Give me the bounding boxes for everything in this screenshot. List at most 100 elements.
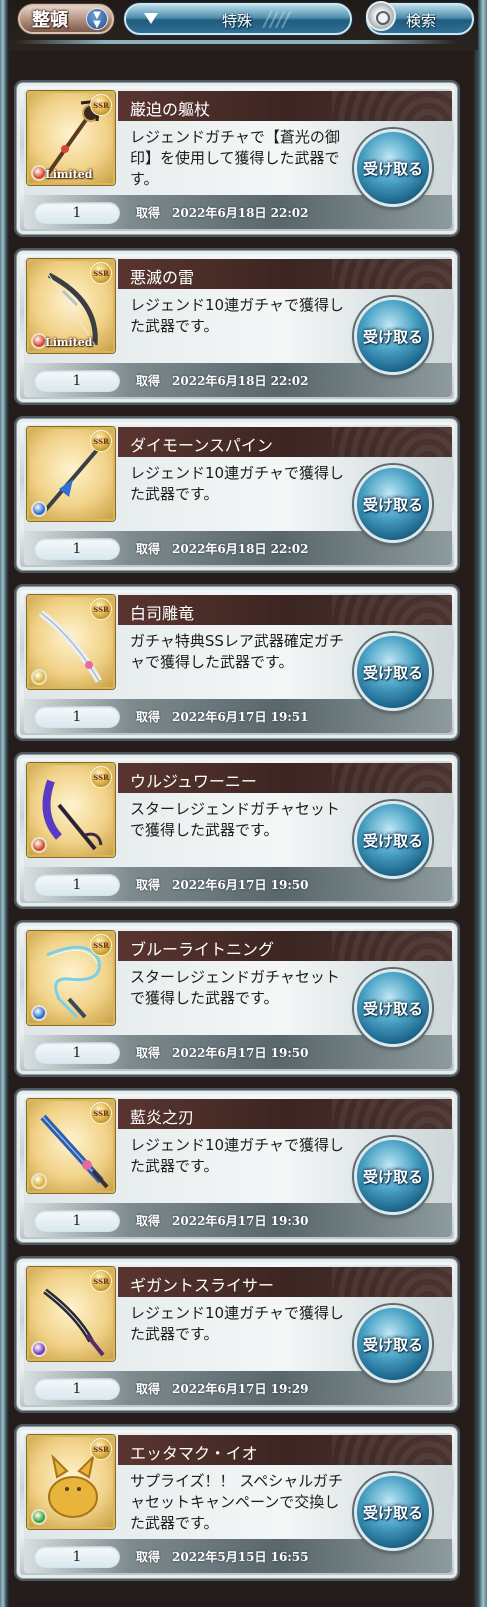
weapon-thumbnail[interactable]: SSR [27,1099,115,1193]
receive-button[interactable]: 受け取る [354,129,432,207]
receive-button[interactable]: 受け取る [354,297,432,375]
acquired-label: 取得 [136,206,161,220]
acquired-info: 取得 2022年6月17日 19:51 [136,708,308,725]
acquired-date: 2022年6月17日 19:30 [172,1214,309,1228]
limited-tag: Limited [45,168,93,181]
acquired-date: 2022年6月17日 19:51 [172,710,309,724]
item-title-bar: 悪滅の雷 [118,259,452,289]
receive-label: 受け取る [362,831,423,850]
receive-button[interactable]: 受け取る [354,1137,432,1215]
gift-card: SSR 白司雕竜 ガチャ特典SSレア武器確定ガチャで獲得した武器です。 1 取得… [16,586,458,739]
light-element-icon [31,669,47,685]
search-button[interactable]: 検索 [366,1,474,35]
ssr-rarity-badge: SSR [90,1270,112,1292]
item-name: 白司雕竜 [130,604,195,623]
receive-label: 受け取る [362,663,423,682]
weapon-thumbnail[interactable]: SSR [27,763,115,857]
gift-card-body: SSR 白司雕竜 ガチャ特典SSレア武器確定ガチャで獲得した武器です。 1 取得… [24,593,452,733]
item-description: スターレジェンドガチャセットで獲得した武器です。 [130,800,340,839]
sort-label: 整頓 [32,10,68,31]
receive-label: 受け取る [362,1503,423,1522]
acquired-date: 2022年6月18日 22:02 [172,374,309,388]
search-label: 検索 [406,12,437,30]
fire-element-icon [31,837,47,853]
acquired-info: 取得 2022年6月17日 19:50 [136,1044,308,1061]
item-description: レジェンド10連ガチャで獲得した武器です。 [130,296,344,335]
weapon-thumbnail[interactable]: SSR [27,1267,115,1361]
toolbar-divider [16,40,456,44]
weapon-thumbnail[interactable]: SSR [27,1435,115,1529]
chevron-down-icon: ▼ ▼ [86,8,108,30]
receive-button[interactable]: 受け取る [354,1305,432,1383]
acquired-label: 取得 [136,710,161,724]
item-quantity: 1 [34,1378,120,1400]
item-title-bar: ダイモーンスパイン [118,427,452,457]
gift-card: SSR Limited 巌迫の軀杖 レジェンドガチャで【蒼光の御印】を使用して獲… [16,82,458,235]
acquired-label: 取得 [136,1550,161,1564]
acquired-info: 取得 2022年6月18日 22:02 [136,372,308,389]
item-title-bar: エッタマク・イオ [118,1435,452,1465]
acquired-label: 取得 [136,878,161,892]
gift-card: SSR 藍炎之刃 レジェンド10連ガチャで獲得した武器です。 1 取得 2022年… [16,1090,458,1243]
item-description: ガチャ特典SSレア武器確定ガチャで獲得した武器です。 [130,632,344,671]
sort-button[interactable]: 整頓 ▼ ▼ [18,4,114,34]
gift-card-body: SSR ブルーライトニング スターレジェンドガチャセットで獲得した武器です。 1… [24,929,452,1069]
item-quantity: 1 [34,370,120,392]
gift-card: SSR ギガントスライサー レジェンド10連ガチャで獲得した武器です。 1 取得… [16,1258,458,1411]
item-title-bar: ウルジュワーニー [118,763,452,793]
dropdown-arrow-icon [144,13,158,24]
item-title-bar: 白司雕竜 [118,595,452,625]
weapon-thumbnail[interactable]: SSR [27,931,115,1025]
item-title-bar: ギガントスライサー [118,1267,452,1297]
ssr-rarity-badge: SSR [90,598,112,620]
item-quantity: 1 [34,1210,120,1232]
item-quantity: 1 [34,538,120,560]
acquired-label: 取得 [136,1046,161,1060]
gift-card: SSR Limited 悪滅の雷 レジェンド10連ガチャで獲得した武器です。 1… [16,250,458,403]
weapon-thumbnail[interactable]: SSR [27,595,115,689]
item-description: スターレジェンドガチャセットで獲得した武器です。 [130,968,340,1007]
receive-button[interactable]: 受け取る [354,969,432,1047]
filter-label: 特殊 [222,12,253,30]
item-description: レジェンドガチャで【蒼光の御印】を使用して獲得した武器です。 [130,128,340,188]
ssr-rarity-badge: SSR [90,1438,112,1460]
item-quantity: 1 [34,202,120,224]
receive-label: 受け取る [362,1167,423,1186]
acquired-info: 取得 2022年6月17日 19:30 [136,1212,308,1229]
acquired-info: 取得 2022年6月17日 19:29 [136,1380,308,1397]
acquired-label: 取得 [136,1214,161,1228]
limited-tag: Limited [45,336,93,349]
filter-ornament-icon: /∕∕∕ [264,7,290,31]
wind-element-icon [31,1509,47,1525]
gift-card-body: SSR ウルジュワーニー スターレジェンドガチャセットで獲得した武器です。 1 … [24,761,452,901]
item-name: ウルジュワーニー [130,772,257,791]
gift-card-body: SSR ギガントスライサー レジェンド10連ガチャで獲得した武器です。 1 取得… [24,1265,452,1405]
receive-button[interactable]: 受け取る [354,465,432,543]
item-description: レジェンド10連ガチャで獲得した武器です。 [130,1136,344,1175]
weapon-thumbnail[interactable]: SSR Limited [27,91,115,185]
weapon-thumbnail[interactable]: SSR [27,427,115,521]
ssr-rarity-badge: SSR [90,94,112,116]
ssr-rarity-badge: SSR [90,934,112,956]
item-name: 巌迫の軀杖 [130,100,211,119]
item-name: 悪滅の雷 [130,268,195,287]
item-title-bar: 巌迫の軀杖 [118,91,452,121]
receive-button[interactable]: 受け取る [354,633,432,711]
receive-button[interactable]: 受け取る [354,801,432,879]
receive-button[interactable]: 受け取る [354,1473,432,1551]
right-frame [473,0,487,1607]
dark-element-icon [31,1341,47,1357]
weapon-thumbnail[interactable]: SSR Limited [27,259,115,353]
acquired-date: 2022年6月18日 22:02 [172,542,309,556]
acquired-date: 2022年6月17日 19:50 [172,1046,309,1060]
acquired-label: 取得 [136,374,161,388]
gift-card-body: SSR エッタマク・イオ サプライズ！！ スペシャルガチャセットキャンペーンで交… [24,1433,452,1573]
item-quantity: 1 [34,874,120,896]
receive-label: 受け取る [362,1335,423,1354]
filter-dropdown[interactable]: 特殊 /∕∕∕ [124,3,352,35]
search-icon [366,1,396,31]
ssr-rarity-badge: SSR [90,262,112,284]
gift-card-body: SSR Limited 悪滅の雷 レジェンド10連ガチャで獲得した武器です。 1… [24,257,452,397]
water-element-icon [31,1005,47,1021]
item-description: サプライズ！！ スペシャルガチャセットキャンペーンで交換した武器です。 [130,1472,343,1532]
